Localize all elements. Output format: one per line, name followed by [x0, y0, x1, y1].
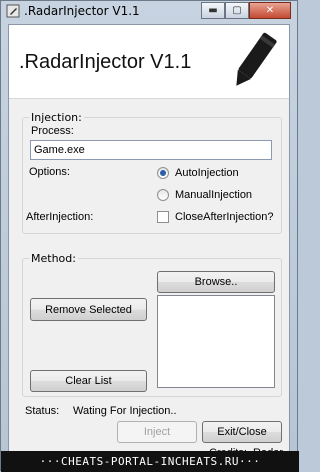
process-label: Process: — [31, 125, 74, 137]
pen-icon — [236, 32, 277, 86]
status-label: Status: — [25, 405, 60, 417]
close-icon: ✕ — [265, 5, 275, 16]
minimize-button[interactable]: ▬ — [201, 2, 225, 19]
watermark-banner: ···CHEATS-PORTAL-INCHEATS.RU··· — [1, 451, 299, 472]
method-group-label: Method: — [29, 252, 78, 265]
header-panel: .RadarInjector V1.1 — [9, 25, 289, 99]
client-area: .RadarInjector V1.1 Injection: Process: … — [8, 24, 290, 464]
radio-selected-dot — [160, 170, 166, 176]
maximize-icon: ▢ — [232, 5, 242, 16]
remove-selected-button[interactable]: Remove Selected — [30, 298, 147, 321]
manual-injection-label[interactable]: ManualInjection — [175, 189, 252, 201]
clear-list-button[interactable]: Clear List — [30, 370, 147, 392]
manual-injection-radio[interactable] — [157, 189, 169, 201]
auto-injection-label[interactable]: AutoInjection — [175, 167, 239, 179]
close-after-injection-label[interactable]: CloseAfterInjection? — [175, 211, 273, 223]
title-bar[interactable]: .RadarInjector V1.1 ▬ ▢ ✕ — [1, 1, 297, 23]
process-input[interactable] — [30, 140, 272, 160]
inject-button[interactable]: Inject — [117, 421, 197, 443]
minimize-icon: ▬ — [208, 5, 218, 16]
app-icon — [6, 4, 20, 18]
close-after-injection-checkbox[interactable] — [157, 211, 169, 223]
header-title: .RadarInjector V1.1 — [19, 51, 192, 73]
auto-injection-radio[interactable] — [157, 167, 169, 179]
options-label: Options: — [29, 166, 70, 178]
app-window: .RadarInjector V1.1 ▬ ▢ ✕ .RadarInjector… — [0, 0, 299, 472]
injection-group-label: Injection: — [29, 111, 84, 124]
exit-close-button[interactable]: Exit/Close — [202, 421, 282, 443]
browse-button[interactable]: Browse.. — [157, 271, 275, 293]
maximize-button[interactable]: ▢ — [225, 2, 249, 19]
window-title: .RadarInjector V1.1 — [24, 4, 140, 18]
window-controls: ▬ ▢ ✕ — [201, 2, 291, 19]
dll-list[interactable] — [157, 295, 275, 388]
close-button[interactable]: ✕ — [249, 2, 291, 19]
status-text: Wating For Injection.. — [73, 405, 177, 417]
after-injection-label: AfterInjection: — [26, 211, 94, 223]
